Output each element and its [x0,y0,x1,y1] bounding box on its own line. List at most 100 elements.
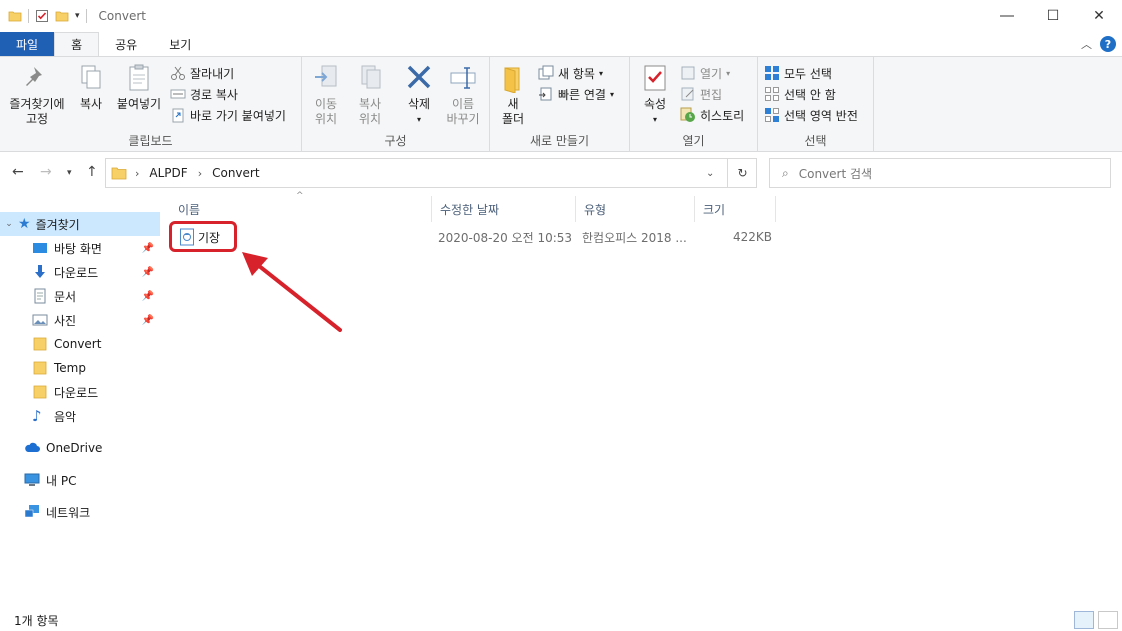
open-button[interactable]: 열기 ▾ [680,63,730,83]
select-group: 모두 선택 선택 안 함 선택 영역 반전 선택 [758,57,874,152]
music-icon: ♪ [32,407,42,425]
easy-access-label: 빠른 연결 [558,87,606,102]
rename-button[interactable]: 이름 바꾸기 [442,63,484,127]
nav-item-convert[interactable]: Convert [0,332,160,356]
chevron-down-icon: ▾ [652,115,657,124]
details-view-button[interactable] [1074,611,1094,629]
ribbon-tabs: 파일 홈 공유 보기 [0,32,1122,56]
new-folder-icon[interactable] [55,9,69,23]
pin-icon: 📌 [141,242,154,254]
nav-label: 음악 [54,409,77,424]
select-all-button[interactable]: 모두 선택 [764,63,832,83]
delete-button[interactable]: 삭제 ▾ [402,63,436,127]
properties-label: 속성 [643,97,667,111]
nav-item-music[interactable]: ♪ 음악 [0,404,160,428]
recent-locations-icon[interactable]: ▾ [67,168,72,178]
select-none-icon [765,87,779,101]
pin-icon: 📌 [141,314,154,326]
nav-item-desktop[interactable]: 바탕 화면 📌 [0,236,160,260]
address-bar[interactable]: › ALPDF › Convert ⌄ [105,158,757,188]
new-item-icon [538,65,554,80]
maximize-button[interactable]: ☐ [1030,0,1076,32]
copy-path-label: 경로 복사 [190,87,238,102]
network-icon [24,505,39,518]
new-item-button[interactable]: 새 항목 ▾ [538,63,603,83]
new-group-label: 새로 만들기 [529,134,589,148]
properties-icon[interactable] [35,9,49,23]
nav-label: 문서 [54,289,77,304]
minimize-button[interactable]: ― [984,0,1030,32]
copy-path-button[interactable]: 경로 복사 [170,84,238,104]
column-header-size[interactable]: 크기 [695,196,776,222]
document-icon [34,288,46,304]
navigation-pane: ⌄ ★ 즐겨찾기 바탕 화면 📌 다운로드 📌 문서 📌 사진 📌 Conver… [0,205,160,605]
copy-to-button[interactable]: 복사 위치 [352,63,388,127]
file-modified: 2020-08-20 오전 10:53 [438,230,573,245]
tab-file[interactable]: 파일 [0,32,55,56]
nav-item-documents[interactable]: 문서 📌 [0,284,160,308]
large-icons-view-button[interactable] [1098,611,1118,629]
easy-access-button[interactable]: 빠른 연결 ▾ [538,84,614,104]
up-arrow-icon[interactable]: ↑ [86,164,98,180]
breadcrumb-alpdf[interactable]: ALPDF [149,166,187,180]
star-icon: ★ [18,216,31,232]
edit-button[interactable]: 편집 [680,84,722,104]
properties-icon [644,65,666,91]
new-folder-label: 새 폴더 [501,97,525,126]
status-bar: 1개 항목 [0,609,1122,631]
edit-label: 편집 [700,87,723,102]
tab-share[interactable]: 공유 [99,32,153,56]
pin-quick-access-button[interactable]: 즐겨찾기에 고정 [6,63,68,127]
download-icon [35,265,45,278]
paste-button[interactable]: 붙여넣기 [114,63,164,112]
select-none-label: 선택 안 함 [784,87,836,102]
cut-button[interactable]: 잘라내기 [170,63,234,83]
invert-selection-button[interactable]: 선택 영역 반전 [764,105,858,125]
close-button[interactable]: ✕ [1076,0,1122,32]
address-dropdown-icon[interactable]: ⌄ [706,168,714,179]
help-icon[interactable]: ? [1100,36,1116,52]
breadcrumb-convert[interactable]: Convert [212,166,259,180]
nav-onedrive[interactable]: OneDrive [0,436,160,460]
folder-icon [33,361,47,375]
nav-network[interactable]: 네트워크 [0,500,160,524]
search-input[interactable]: ⌕ Convert 검색 [769,158,1111,188]
nav-this-pc[interactable]: 내 PC [0,468,160,492]
column-header-type[interactable]: 유형 [576,196,695,222]
nav-item-downloads[interactable]: 다운로드 📌 [0,260,160,284]
title-bar: ▾ Convert ― ☐ ✕ [0,0,1122,32]
chevron-right-icon: › [197,166,203,180]
history-label: 히스토리 [700,108,745,123]
nav-item-temp[interactable]: Temp [0,356,160,380]
back-arrow-icon[interactable]: ← [12,164,24,180]
nav-label: 다운로드 [54,385,99,400]
column-header-date[interactable]: 수정한 날짜 [432,196,576,222]
nav-quick-access[interactable]: ⌄ ★ 즐겨찾기 [0,212,160,236]
forward-arrow-icon[interactable]: → [40,164,52,180]
view-toggle [1074,611,1118,629]
ribbon-controls: ︿ ? [1081,36,1116,52]
file-type: 한컴오피스 2018 ... [582,230,687,245]
properties-button[interactable]: 속성 ▾ [638,63,672,127]
refresh-button[interactable]: ↻ [727,158,757,188]
move-to-label: 이동 위치 [314,97,338,126]
nav-label: 바탕 화면 [54,241,102,256]
picture-icon [32,314,48,326]
clipboard-group-label: 클립보드 [128,134,173,148]
tab-home[interactable]: 홈 [54,32,100,56]
column-header-name[interactable]: 이름 [170,196,432,222]
open-icon [681,66,695,80]
nav-item-downloads-folder[interactable]: 다운로드 [0,380,160,404]
tab-view[interactable]: 보기 [153,32,207,56]
select-none-button[interactable]: 선택 안 함 [764,84,836,104]
divider [28,9,29,23]
paste-shortcut-button[interactable]: 바로 가기 붙여넣기 [170,105,286,125]
copy-button[interactable]: 복사 [74,63,108,112]
nav-item-pictures[interactable]: 사진 📌 [0,308,160,332]
customize-toolbar-icon[interactable]: ▾ [75,11,80,21]
new-folder-button[interactable]: 새 폴더 [498,63,528,127]
move-to-button[interactable]: 이동 위치 [308,63,344,127]
history-button[interactable]: 히스토리 [680,105,744,125]
collapse-ribbon-icon[interactable]: ︿ [1081,36,1092,52]
folder-icon [33,385,47,399]
